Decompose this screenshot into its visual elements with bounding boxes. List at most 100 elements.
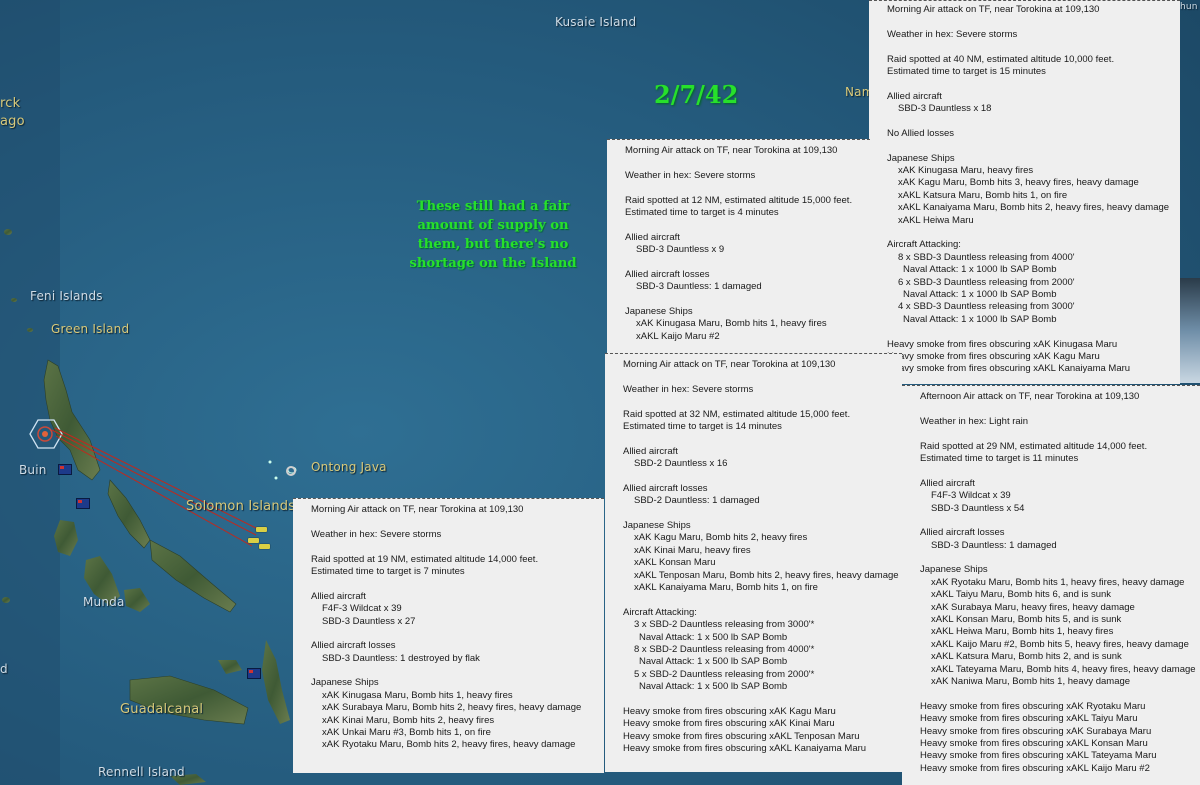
allied-base-flag-icon[interactable] xyxy=(58,464,72,475)
report-line: Heavy smoke from fires obscuring xAKL Ka… xyxy=(920,762,1150,774)
label-kusaie-island: Kusaie Island xyxy=(555,15,637,29)
report-line: xAKL Tenposan Maru, Bomb hits 2, heavy f… xyxy=(634,569,899,581)
report-line: Morning Air attack on TF, near Torokina … xyxy=(887,4,1100,15)
label-ontong-java: Ontong Java xyxy=(311,460,387,474)
report-spacer xyxy=(887,326,1174,338)
report-spacer xyxy=(887,16,1174,28)
japanese-taskforce-ship-icon[interactable] xyxy=(248,538,259,543)
report-line: SBD-3 Dauntless x 54 xyxy=(931,502,1025,514)
report-spacer xyxy=(920,552,1194,564)
annotation-note: These still had a fair amount of supply … xyxy=(409,199,577,271)
report-spacer xyxy=(311,541,598,553)
report-line: Weather in hex: Severe storms xyxy=(623,383,754,395)
report-line: SBD-2 Dauntless x 16 xyxy=(634,458,728,470)
report-spacer xyxy=(311,516,598,528)
report-spacer xyxy=(887,78,1174,90)
allied-base-flag-icon[interactable] xyxy=(76,498,90,509)
report-line: Heavy smoke from fires obscuring xAK Kag… xyxy=(887,350,1100,362)
report-line: xAK Kinugasa Maru, Bomb hits 1, heavy fi… xyxy=(322,689,513,701)
report-line: Estimated time to target is 7 minutes xyxy=(311,565,465,577)
report-line: F4F-3 Wildcat x 39 xyxy=(322,603,402,615)
map-edge-strip xyxy=(1180,278,1200,383)
report-spacer xyxy=(920,403,1194,415)
report-line: Morning Air attack on TF, near Torokina … xyxy=(311,504,524,515)
report-line: xAKL Kaijo Maru #2 xyxy=(636,330,720,342)
report-line: Allied aircraft xyxy=(887,90,942,102)
report-spacer xyxy=(625,257,864,269)
report-line: xAKL Tateyama Maru, Bomb hits 4, heavy f… xyxy=(931,663,1196,675)
report-spacer xyxy=(623,594,896,606)
label-guadalcanal: Guadalcanal xyxy=(120,702,204,717)
label-bismarck-b: ago xyxy=(0,114,25,129)
report-line: xAKL Katsura Maru, Bomb hits 2, and is s… xyxy=(931,651,1122,663)
report-line: Afternoon Air attack on TF, near Torokin… xyxy=(920,391,1140,402)
report-line: Estimated time to target is 4 minutes xyxy=(625,206,779,218)
report-line: SBD-3 Dauntless: 1 destroyed by flak xyxy=(322,652,480,664)
report-spacer xyxy=(920,428,1194,440)
report-line: xAKL Heiwa Maru xyxy=(898,214,974,226)
combat-report-r1: Morning Air attack on TF, near Torokina … xyxy=(869,0,1180,384)
report-spacer xyxy=(623,396,896,408)
report-line: Aircraft Attacking: xyxy=(887,239,961,251)
japanese-taskforce-ship-icon[interactable] xyxy=(256,527,267,532)
report-line: Naval Attack: 1 x 500 lb SAP Bomb xyxy=(639,631,788,643)
report-line: Japanese Ships xyxy=(920,564,988,576)
report-line: Estimated time to target is 15 minutes xyxy=(887,65,1046,77)
report-line: xAKL Konsan Maru, Bomb hits 5, and is su… xyxy=(931,614,1122,626)
report-line: Japanese Ships xyxy=(887,152,955,164)
combat-report-r2: Morning Air attack on TF, near Torokina … xyxy=(607,139,870,354)
report-line: Allied aircraft xyxy=(623,445,678,457)
report-line: xAK Kinai Maru, Bomb hits 2, heavy fires xyxy=(322,714,495,726)
report-line: xAK Unkai Maru #3, Bomb hits 1, on fire xyxy=(322,727,491,739)
report-line: 5 x SBD-2 Dauntless releasing from 2000'… xyxy=(634,668,815,680)
report-spacer xyxy=(623,471,896,483)
report-line: xAK Kagu Maru, Bomb hits 3, heavy fires,… xyxy=(898,177,1139,189)
report-spacer xyxy=(623,508,896,520)
report-spacer xyxy=(887,140,1174,152)
report-line: xAK Kagu Maru, Bomb hits 2, heavy fires xyxy=(634,532,808,544)
label-edge-hun: hun xyxy=(1180,2,1198,12)
report-line: Aircraft Attacking: xyxy=(623,606,697,618)
airfield-icon[interactable] xyxy=(286,466,296,476)
report-line: Raid spotted at 19 NM, estimated altitud… xyxy=(311,553,539,565)
report-spacer xyxy=(623,433,896,445)
report-line: F4F-3 Wildcat x 39 xyxy=(931,490,1011,502)
japanese-taskforce-ship-icon[interactable] xyxy=(259,544,270,549)
report-spacer xyxy=(920,515,1194,527)
report-line: SBD-3 Dauntless x 18 xyxy=(898,103,992,115)
report-spacer xyxy=(311,665,598,677)
report-line: xAK Surabaya Maru, Bomb hits 2, heavy fi… xyxy=(322,702,582,714)
report-line: xAKL Heiwa Maru, Bomb hits 1, heavy fire… xyxy=(931,626,1114,638)
report-spacer xyxy=(625,182,864,194)
report-line: Heavy smoke from fires obscuring xAK Kag… xyxy=(623,705,836,717)
report-line: Allied aircraft losses xyxy=(311,640,396,652)
report-line: xAK Kinugasa Maru, heavy fires xyxy=(898,165,1034,177)
combat-report-r4: Afternoon Air attack on TF, near Torokin… xyxy=(902,385,1200,785)
report-line: xAKL Kanaiyama Maru, Bomb hits 2, heavy … xyxy=(898,202,1170,214)
label-bismarck-a: rck xyxy=(0,96,21,111)
report-spacer xyxy=(625,157,864,169)
label-munda: Munda xyxy=(83,595,125,609)
report-line: Estimated time to target is 14 minutes xyxy=(623,420,782,432)
report-line: 6 x SBD-3 Dauntless releasing from 2000' xyxy=(898,276,1075,288)
report-line: xAKL Kanaiyama Maru, Bomb hits 1, on fir… xyxy=(634,582,818,594)
report-line: Allied aircraft xyxy=(625,231,680,243)
report-line: 4 x SBD-3 Dauntless releasing from 3000' xyxy=(898,301,1075,313)
report-line: Heavy smoke from fires obscuring xAK Kin… xyxy=(887,338,1118,350)
report-line: xAKL Taiyu Maru, Bomb hits 6, and is sun… xyxy=(931,589,1112,601)
allied-base-flag-icon[interactable] xyxy=(247,668,261,679)
report-line: Allied aircraft xyxy=(311,590,366,602)
report-line: Raid spotted at 29 NM, estimated altitud… xyxy=(920,440,1148,452)
report-line: xAK Ryotaku Maru, Bomb hits 1, heavy fir… xyxy=(931,576,1185,588)
report-spacer xyxy=(623,371,896,383)
report-line: Heavy smoke from fires obscuring xAK Ryo… xyxy=(920,700,1146,712)
report-line: 8 x SBD-3 Dauntless releasing from 4000' xyxy=(898,251,1075,263)
label-feni-islands: Feni Islands xyxy=(30,289,103,303)
report-line: xAK Naniwa Maru, Bomb hits 1, heavy dama… xyxy=(931,675,1131,687)
combat-report-r3: Morning Air attack on TF, near Torokina … xyxy=(605,353,902,772)
report-line: Heavy smoke from fires obscuring xAK Sur… xyxy=(920,725,1152,737)
report-line: Morning Air attack on TF, near Torokina … xyxy=(625,145,838,156)
report-line: Allied aircraft losses xyxy=(625,268,710,280)
report-spacer xyxy=(887,41,1174,53)
report-line: Allied aircraft losses xyxy=(920,527,1005,539)
